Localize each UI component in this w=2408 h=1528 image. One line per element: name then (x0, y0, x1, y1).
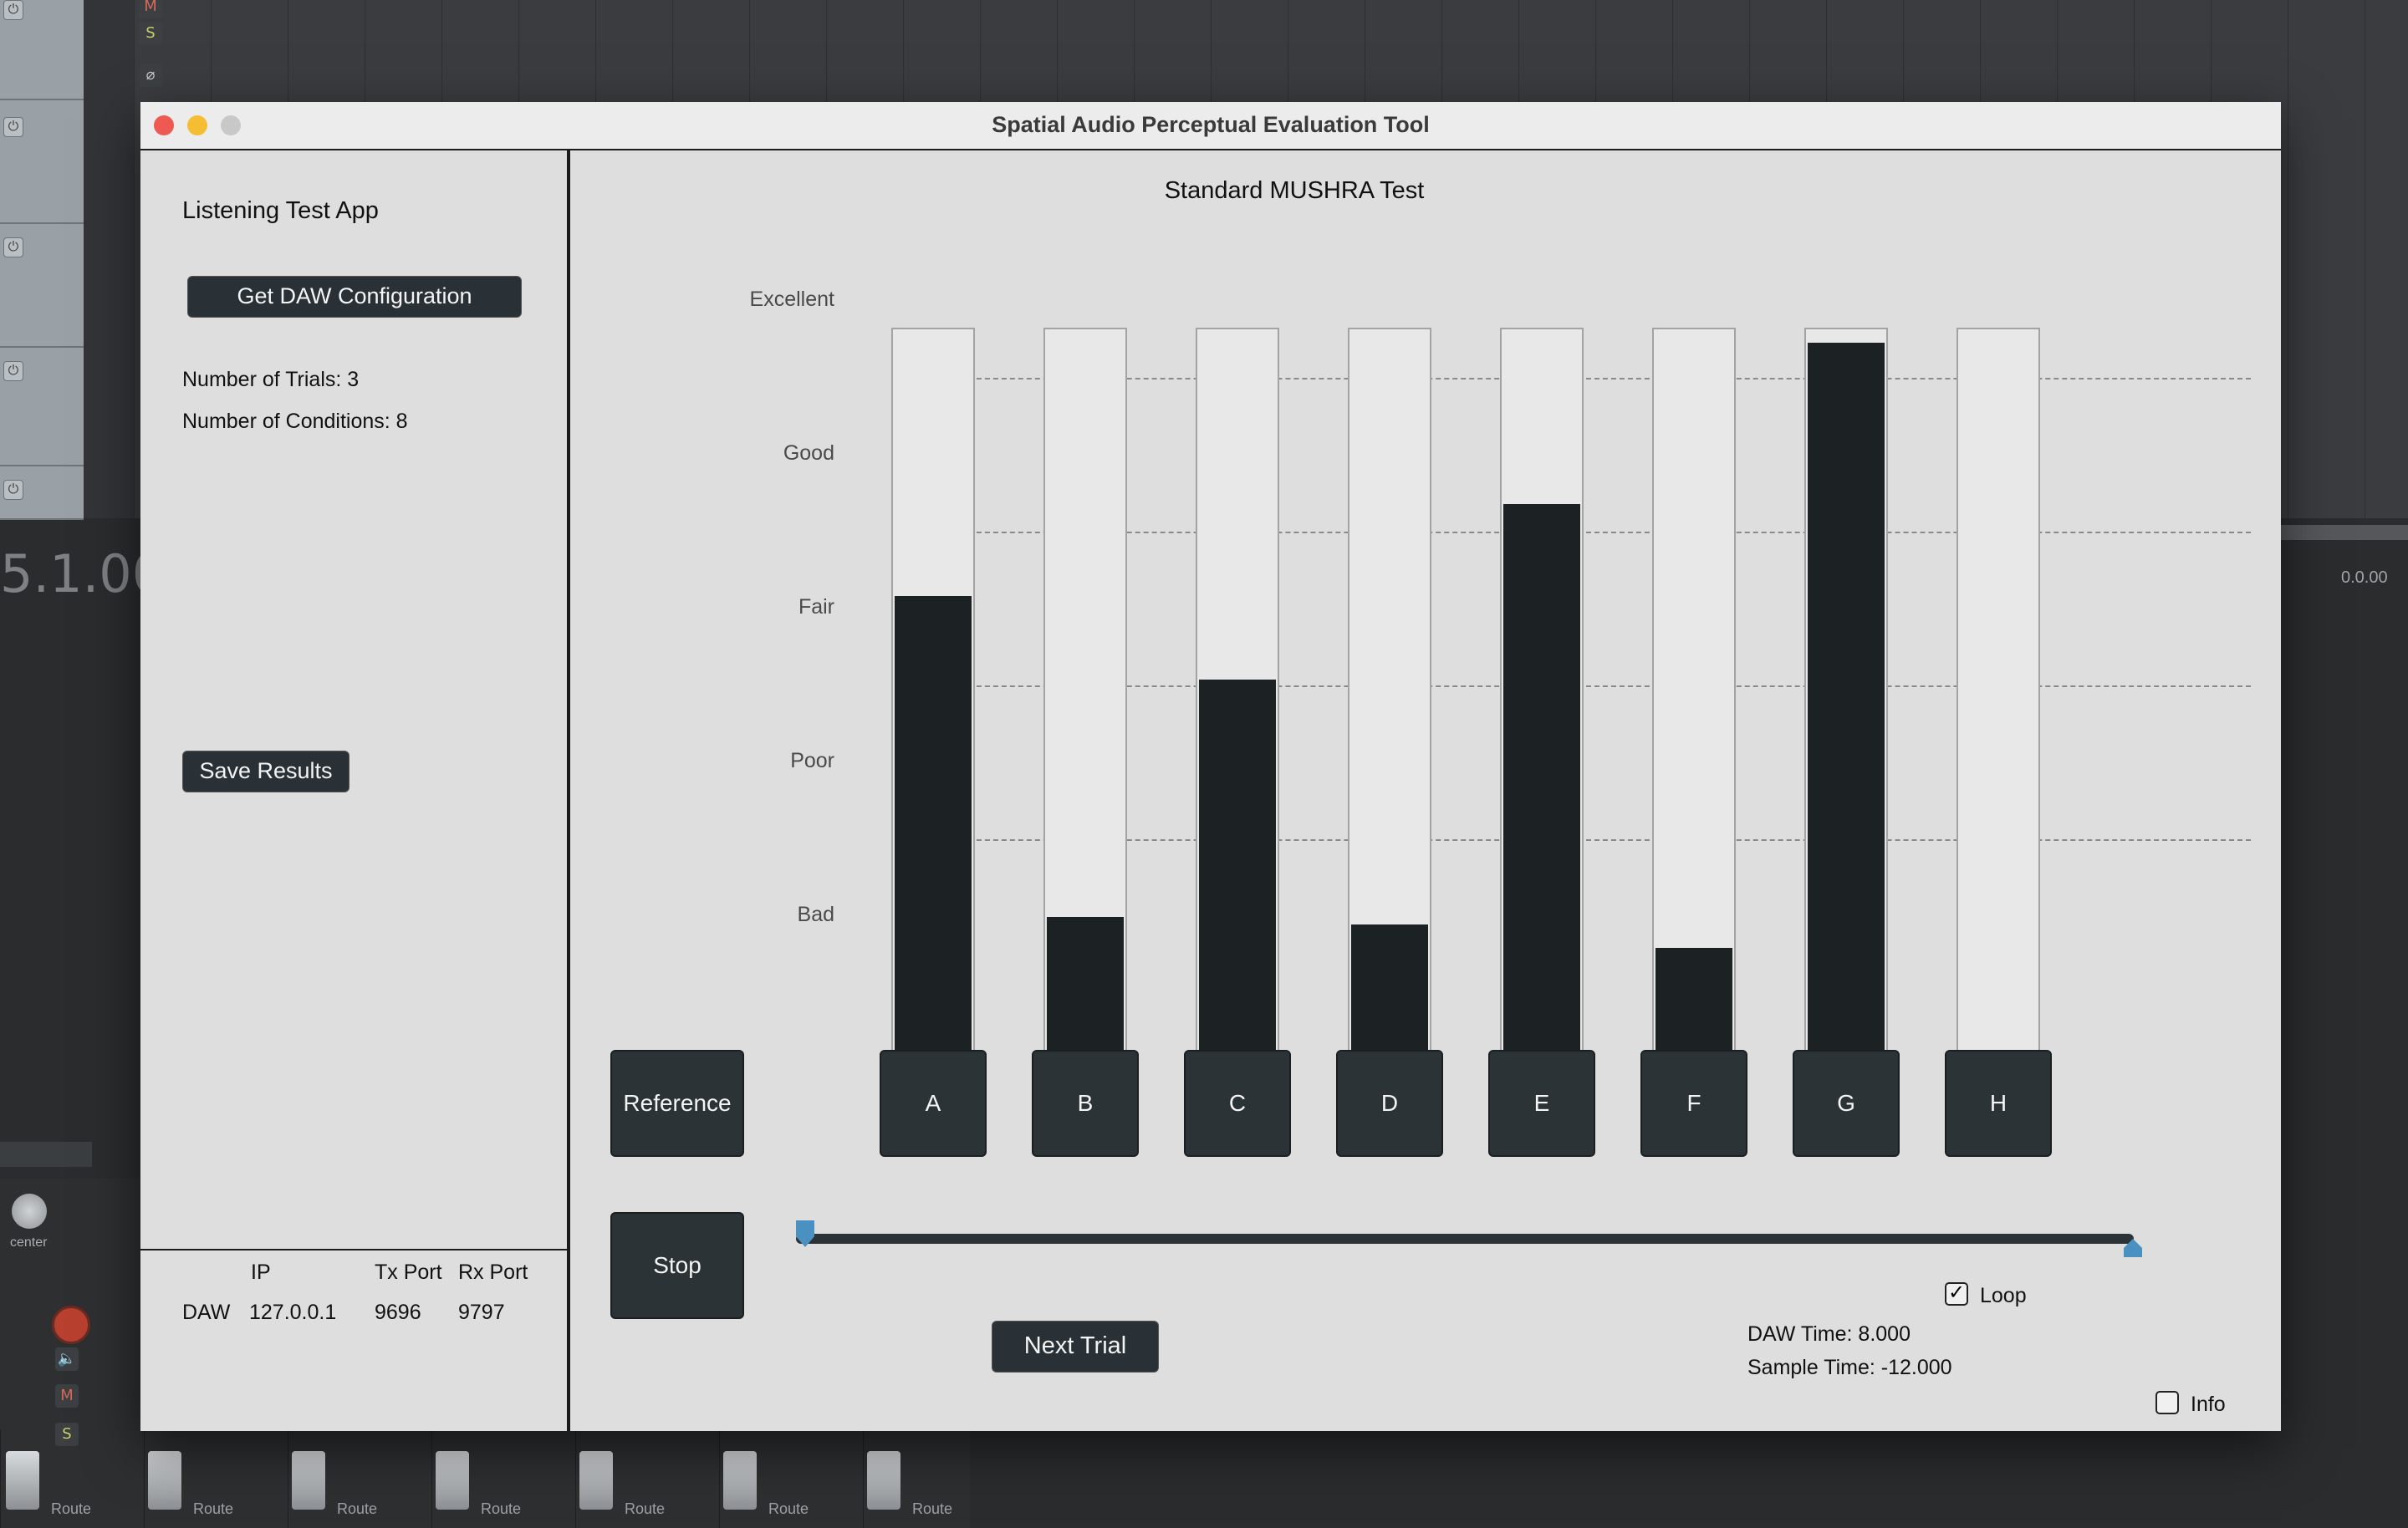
track-strip[interactable]: ⏻ (0, 348, 84, 466)
rx-port-value[interactable]: 9797 (458, 1301, 505, 1325)
condition-button-d[interactable]: D (1336, 1050, 1443, 1157)
mixer-strip[interactable]: Route (863, 1429, 997, 1528)
power-icon[interactable]: ⏻ (3, 361, 23, 381)
mixer-strip[interactable]: Route (719, 1429, 854, 1528)
rating-slider[interactable] (1500, 328, 1584, 1097)
scale-label-good: Good (783, 441, 834, 465)
rating-slider[interactable] (891, 328, 975, 1097)
scale-label-fair: Fair (798, 595, 834, 619)
mixer-strip[interactable]: Route (431, 1429, 566, 1528)
save-results-button[interactable]: Save Results (182, 751, 349, 792)
stop-button[interactable]: Stop (610, 1212, 744, 1319)
route-button[interactable]: Route (193, 1500, 233, 1518)
get-daw-config-button[interactable]: Get DAW Configuration (187, 276, 522, 318)
mixer-strip[interactable]: Route (288, 1429, 422, 1528)
rating-fill (1199, 680, 1276, 1093)
rating-slider[interactable] (1196, 328, 1279, 1097)
tx-port-header: Tx Port (375, 1261, 442, 1284)
scrollbar[interactable] (2281, 525, 2408, 540)
daw-time: DAW Time: 8.000 (1747, 1322, 1911, 1346)
rating-fill (1503, 504, 1580, 1093)
power-icon[interactable]: ⏻ (3, 0, 23, 20)
fader-handle[interactable] (579, 1451, 613, 1510)
daw-row-label: DAW (182, 1301, 231, 1324)
rating-fill (895, 596, 972, 1093)
condition-button-f[interactable]: F (1640, 1050, 1747, 1157)
loop-label: Loop (1980, 1284, 2027, 1307)
scale-label-excellent: Excellent (749, 288, 834, 311)
loop-checkbox[interactable]: ✓ (1945, 1282, 1968, 1306)
condition-button-e[interactable]: E (1488, 1050, 1595, 1157)
route-button[interactable]: Route (337, 1500, 377, 1518)
power-icon[interactable]: ⏻ (3, 117, 23, 137)
rating-slider[interactable] (1043, 328, 1127, 1097)
mixer-strip[interactable]: Route (144, 1429, 278, 1528)
pan-label: center (10, 1235, 48, 1250)
rating-slider[interactable] (1956, 328, 2040, 1097)
divider (140, 1249, 567, 1250)
speaker-icon[interactable]: 🔈 (55, 1347, 79, 1371)
fader-handle[interactable] (148, 1451, 181, 1510)
route-button[interactable]: Route (768, 1500, 809, 1518)
route-button[interactable]: Route (51, 1500, 91, 1518)
rx-port-header: Rx Port (458, 1261, 528, 1284)
record-arm-button[interactable] (52, 1306, 90, 1344)
track-control-column: M S ⌀ (84, 0, 162, 518)
power-icon[interactable]: ⏻ (3, 480, 23, 500)
route-button[interactable]: Route (912, 1500, 952, 1518)
rating-slider[interactable] (1348, 328, 1431, 1097)
fader-handle[interactable] (723, 1451, 757, 1510)
track-strip[interactable]: ⏻ (0, 466, 84, 520)
pan-knob[interactable] (12, 1194, 47, 1229)
info-checkbox[interactable] (2155, 1391, 2179, 1414)
scale-label-poor: Poor (790, 749, 834, 772)
solo-button[interactable]: S (139, 22, 162, 45)
sample-time: Sample Time: -12.000 (1747, 1356, 1952, 1379)
route-button[interactable]: Route (481, 1500, 521, 1518)
fader-handle[interactable] (292, 1451, 325, 1510)
ip-header: IP (251, 1261, 271, 1284)
playback-scrubber[interactable] (796, 1234, 2134, 1244)
app-window: Spatial Audio Perceptual Evaluation Tool… (140, 102, 2281, 1431)
ip-value[interactable]: 127.0.0.1 (249, 1301, 336, 1325)
window-title: Spatial Audio Perceptual Evaluation Tool (992, 112, 1430, 137)
track-strip[interactable]: ⏻ (0, 0, 84, 100)
left-panel: Listening Test App Get DAW Configuration… (140, 150, 570, 1431)
scale-label-bad: Bad (797, 903, 834, 926)
info-label: Info (2191, 1393, 2226, 1416)
reference-button[interactable]: Reference (610, 1050, 744, 1157)
fader-handle[interactable] (436, 1451, 469, 1510)
track-strip[interactable]: ⏻ (0, 100, 84, 224)
ruler-time: 0.0.00 (2341, 568, 2388, 587)
phase-icon[interactable]: ⌀ (139, 64, 162, 87)
fx-bar[interactable] (0, 1142, 92, 1167)
title-bar[interactable]: Spatial Audio Perceptual Evaluation Tool (140, 102, 2281, 150)
route-button[interactable]: Route (625, 1500, 665, 1518)
power-icon[interactable]: ⏻ (3, 237, 23, 257)
tx-port-value[interactable]: 9696 (375, 1301, 421, 1325)
condition-button-b[interactable]: B (1032, 1050, 1139, 1157)
rating-slider[interactable] (1652, 328, 1736, 1097)
fader-handle[interactable] (867, 1451, 900, 1510)
rating-slider[interactable] (1804, 328, 1888, 1097)
mixer-strip[interactable]: Route (575, 1429, 710, 1528)
num-trials: Number of Trials: 3 (182, 368, 360, 391)
next-trial-button[interactable]: Next Trial (992, 1321, 1159, 1373)
mute-button[interactable]: M (139, 0, 162, 18)
rating-fill (1808, 343, 1885, 1093)
test-title: Standard MUSHRA Test (1164, 177, 1425, 204)
track-strip[interactable]: ⏻ (0, 224, 84, 348)
condition-button-h[interactable]: H (1945, 1050, 2052, 1157)
mixer-mute-button[interactable]: M (55, 1384, 79, 1408)
condition-button-g[interactable]: G (1793, 1050, 1900, 1157)
condition-button-a[interactable]: A (880, 1050, 987, 1157)
fader-handle[interactable] (6, 1451, 39, 1510)
mixer-strip[interactable]: Route (0, 1429, 135, 1528)
num-conditions: Number of Conditions: 8 (182, 410, 408, 433)
condition-button-c[interactable]: C (1184, 1050, 1291, 1157)
